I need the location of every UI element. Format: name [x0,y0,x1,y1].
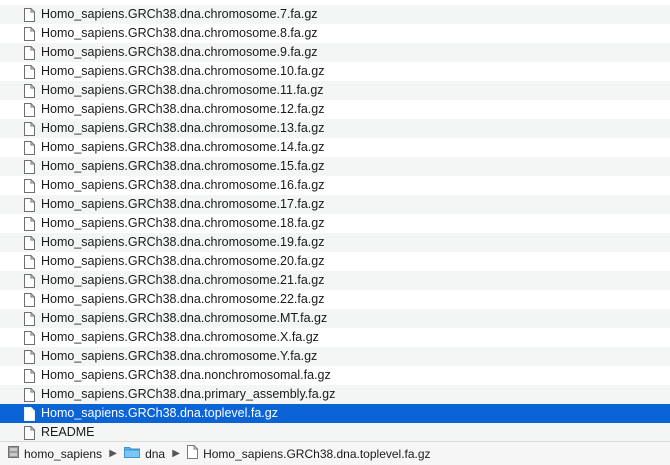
file-row[interactable]: Homo_sapiens.GRCh38.dna.chromosome.Y.fa.… [0,347,670,366]
path-item-file[interactable]: Homo_sapiens.GRCh38.dna.toplevel.fa.gz [187,443,431,465]
file-row[interactable]: Homo_sapiens.GRCh38.dna.nonchromosomal.f… [0,366,670,385]
file-name: README [41,425,95,439]
file-row[interactable]: Homo_sapiens.GRCh38.dna.chromosome.12.fa… [0,100,670,119]
file-row[interactable]: Homo_sapiens.GRCh38.dna.chromosome.21.fa… [0,271,670,290]
file-row[interactable]: Homo_sapiens.GRCh38.dna.chromosome.16.fa… [0,176,670,195]
path-item-label: homo_sapiens [24,446,103,461]
file-name: Homo_sapiens.GRCh38.dna.chromosome.20.fa… [41,254,325,268]
chevron-right-icon: ▶ [172,448,180,459]
file-name: Homo_sapiens.GRCh38.dna.chromosome.11.fa… [41,83,324,97]
document-icon [24,425,35,440]
file-row[interactable]: Homo_sapiens.GRCh38.dna.chromosome.14.fa… [0,138,670,157]
document-icon [24,254,35,269]
document-icon [187,445,199,462]
document-icon [24,64,35,79]
file-name: Homo_sapiens.GRCh38.dna.chromosome.8.fa.… [41,26,318,40]
document-icon [24,159,35,174]
path-item-homo-sapiens[interactable]: homo_sapiens [8,443,102,465]
document-icon [24,7,35,22]
drive-icon [8,446,19,461]
path-bar: homo_sapiens ▶ dna ▶ Homo_sapiens.GRCh38… [0,441,670,465]
path-item-label: Homo_sapiens.GRCh38.dna.toplevel.fa.gz [203,446,431,461]
file-row[interactable]: Homo_sapiens.GRCh38.dna.chromosome.8.fa.… [0,24,670,43]
file-name: Homo_sapiens.GRCh38.dna.chromosome.12.fa… [41,102,325,116]
file-row[interactable]: Homo_sapiens.GRCh38.dna.primary_assembly… [0,385,670,404]
document-icon [24,406,35,421]
file-row[interactable]: Homo_sapiens.GRCh38.dna.chromosome.MT.fa… [0,309,670,328]
document-icon [24,368,35,383]
file-row[interactable]: Homo_sapiens.GRCh38.dna.chromosome.15.fa… [0,157,670,176]
file-row[interactable]: Homo_sapiens.GRCh38.dna.chromosome.X.fa.… [0,328,670,347]
file-name: Homo_sapiens.GRCh38.dna.toplevel.fa.gz [41,406,278,420]
document-icon [24,83,35,98]
document-icon [24,311,35,326]
file-row-selected[interactable]: Homo_sapiens.GRCh38.dna.toplevel.fa.gz [0,404,670,423]
file-name: Homo_sapiens.GRCh38.dna.chromosome.10.fa… [41,64,325,78]
file-row[interactable]: README [0,423,670,441]
path-item-label: dna [145,446,166,461]
file-name: Homo_sapiens.GRCh38.dna.chromosome.Y.fa.… [41,349,318,363]
document-icon [24,235,35,250]
file-name: Homo_sapiens.GRCh38.dna.chromosome.16.fa… [41,178,325,192]
document-icon [24,273,35,288]
document-icon [24,349,35,364]
document-icon [24,292,35,307]
file-row[interactable]: Homo_sapiens.GRCh38.dna.chromosome.10.fa… [0,62,670,81]
file-name: Homo_sapiens.GRCh38.dna.chromosome.15.fa… [41,159,325,173]
document-icon [24,178,35,193]
document-icon [24,45,35,60]
file-row[interactable]: Homo_sapiens.GRCh38.dna.chromosome.9.fa.… [0,43,670,62]
chevron-right-icon: ▶ [109,448,117,459]
document-icon [24,26,35,41]
document-icon [24,330,35,345]
file-list: Homo_sapiens.GRCh38.dna.chromosome.7.fa.… [0,0,670,441]
file-name: Homo_sapiens.GRCh38.dna.chromosome.MT.fa… [41,311,328,325]
document-icon [24,121,35,136]
file-name: Homo_sapiens.GRCh38.dna.chromosome.X.fa.… [41,330,319,344]
file-row[interactable]: Homo_sapiens.GRCh38.dna.chromosome.22.fa… [0,290,670,309]
folder-icon [124,446,141,461]
file-name: Homo_sapiens.GRCh38.dna.chromosome.9.fa.… [41,45,318,59]
file-row[interactable]: Homo_sapiens.GRCh38.dna.chromosome.20.fa… [0,252,670,271]
file-row[interactable]: Homo_sapiens.GRCh38.dna.chromosome.13.fa… [0,119,670,138]
file-name: Homo_sapiens.GRCh38.dna.chromosome.17.fa… [41,197,325,211]
file-row[interactable]: Homo_sapiens.GRCh38.dna.chromosome.7.fa.… [0,5,670,24]
file-name: Homo_sapiens.GRCh38.dna.chromosome.13.fa… [41,121,325,135]
file-row[interactable]: Homo_sapiens.GRCh38.dna.chromosome.11.fa… [0,81,670,100]
file-name: Homo_sapiens.GRCh38.dna.nonchromosomal.f… [41,368,331,382]
document-icon [24,140,35,155]
file-name: Homo_sapiens.GRCh38.dna.chromosome.21.fa… [41,273,325,287]
file-name: Homo_sapiens.GRCh38.dna.primary_assembly… [41,387,336,401]
file-row[interactable]: Homo_sapiens.GRCh38.dna.chromosome.19.fa… [0,233,670,252]
file-row[interactable]: Homo_sapiens.GRCh38.dna.chromosome.18.fa… [0,214,670,233]
file-name: Homo_sapiens.GRCh38.dna.chromosome.14.fa… [41,140,325,154]
document-icon [24,387,35,402]
file-row[interactable]: Homo_sapiens.GRCh38.dna.chromosome.17.fa… [0,195,670,214]
file-name: Homo_sapiens.GRCh38.dna.chromosome.7.fa.… [41,7,318,21]
path-item-dna[interactable]: dna [124,443,165,465]
document-icon [24,197,35,212]
file-name: Homo_sapiens.GRCh38.dna.chromosome.22.fa… [41,292,325,306]
document-icon [24,216,35,231]
file-name: Homo_sapiens.GRCh38.dna.chromosome.18.fa… [41,216,325,230]
document-icon [24,102,35,117]
file-name: Homo_sapiens.GRCh38.dna.chromosome.19.fa… [41,235,325,249]
